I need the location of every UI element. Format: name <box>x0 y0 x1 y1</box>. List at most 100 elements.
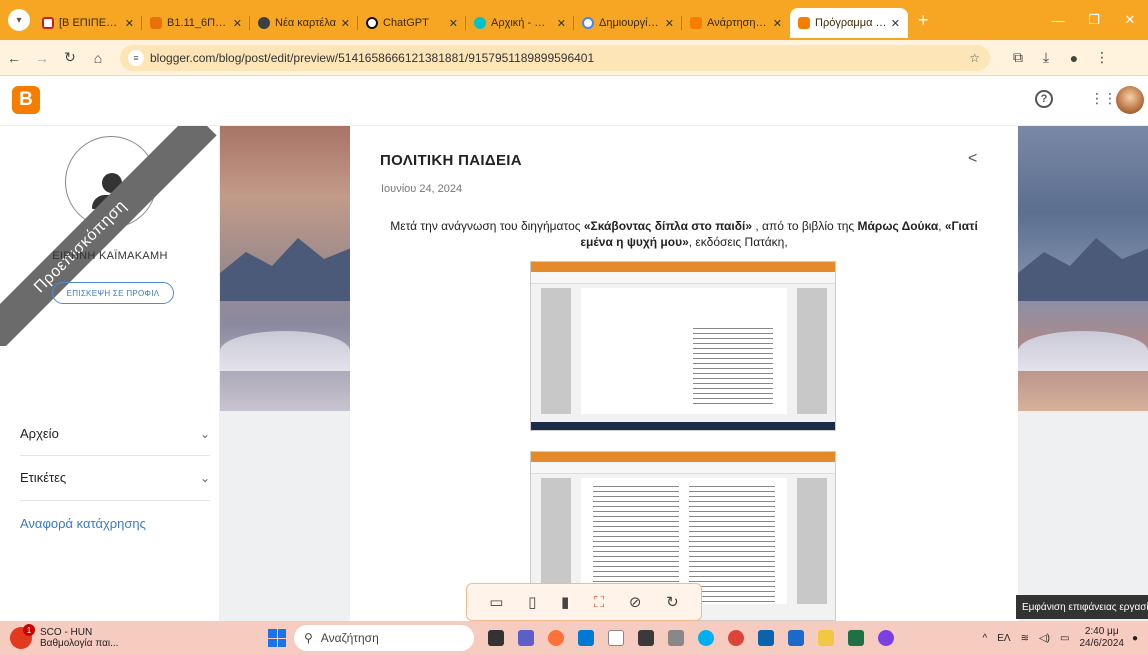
search-placeholder: Αναζήτηση <box>320 631 379 645</box>
bookmark-star-icon[interactable]: ☆ <box>969 51 980 65</box>
close-window-icon[interactable]: ✕ <box>1112 12 1148 28</box>
back-icon[interactable]: ← <box>0 50 28 66</box>
profile-name: ΕΙΡΗΝΗ ΚΑΪΜΑΚΑΜΗ <box>52 250 168 262</box>
chevron-up-icon[interactable]: ^ <box>983 633 988 644</box>
post-image-1[interactable] <box>530 261 836 431</box>
close-tab-icon[interactable]: ✕ <box>125 17 134 30</box>
taskbar-app-sco[interactable]: 1 SCO - HUN Βαθμολογία παι... <box>10 624 150 649</box>
google-icon <box>582 17 594 29</box>
notification-badge: 1 <box>23 624 35 636</box>
network-icon[interactable]: ≋ <box>1021 633 1029 644</box>
tab-2[interactable]: B1.11_6Π: Υλικό✕ <box>142 8 250 38</box>
gmail-icon <box>42 17 54 29</box>
home-icon[interactable]: ⌂ <box>84 50 112 66</box>
post-body: Μετά την ανάγνωση του διηγήματος «Σκάβον… <box>390 219 978 249</box>
skype-icon[interactable] <box>698 630 714 646</box>
archive-section[interactable]: Αρχείο ⌄ <box>20 426 210 441</box>
windows-start-icon[interactable] <box>268 629 286 647</box>
file-icon[interactable] <box>608 630 624 646</box>
tab-4[interactable]: ChatGPT ✕ <box>358 8 466 38</box>
restore-icon[interactable]: ❐ <box>1076 12 1112 28</box>
blog-sidebar: Προεπισκόπηση ΕΙΡΗΝΗ ΚΑΪΜΑΚΑΜΗ ΕΠΙΣΚΕΨΗ … <box>0 126 220 621</box>
preview-device-toolbar: ▭ ▯ ▮ ⛶ ⊘ ↻ <box>466 583 702 621</box>
tab-1[interactable]: [Β ΕΠΙΠΕΔΟ] Ενι✕ <box>34 8 142 38</box>
address-bar[interactable]: ≡ blogger.com/blog/post/edit/preview/514… <box>120 44 990 71</box>
taskbar: 1 SCO - HUN Βαθμολογία παι... ⚲ Αναζήτηση … <box>0 621 1148 655</box>
new-tab-button[interactable]: + <box>918 10 929 31</box>
language-indicator[interactable]: ΕΛ <box>997 633 1010 644</box>
tab-strip: ▾ [Β ΕΠΙΠΕΔΟ] Ενι✕ B1.11_6Π: Υλικό✕ Νέα … <box>0 0 1148 40</box>
copilot-icon[interactable] <box>878 630 894 646</box>
close-tab-icon[interactable]: ✕ <box>341 17 350 30</box>
address-toolbar: ← → ↻ ⌂ ≡ blogger.com/blog/post/edit/pre… <box>0 40 1148 76</box>
window-controls: — ❐ ✕ <box>1040 0 1148 40</box>
close-tab-icon[interactable]: ✕ <box>557 17 566 30</box>
blogger-icon <box>690 17 702 29</box>
help-icon[interactable]: ? <box>1035 90 1053 108</box>
close-tab-icon[interactable]: ✕ <box>449 17 458 30</box>
tab-search-icon[interactable]: ▾ <box>8 9 30 31</box>
url-text: blogger.com/blog/post/edit/preview/51416… <box>150 50 595 65</box>
account-avatar[interactable] <box>1116 86 1144 114</box>
notification-bell-icon[interactable]: ● <box>1132 633 1138 644</box>
preview-ribbon: Προεπισκόπηση <box>0 126 220 346</box>
app-icon[interactable] <box>578 630 594 646</box>
post-date: Ιουνίου 24, 2024 <box>381 183 463 195</box>
app-subtitle: Βαθμολογία παι... <box>40 638 119 649</box>
teams-icon[interactable] <box>518 630 534 646</box>
tab-3[interactable]: Νέα καρτέλα ✕ <box>250 8 358 38</box>
photos-icon[interactable] <box>788 630 804 646</box>
taskbar-search[interactable]: ⚲ Αναζήτηση <box>294 625 474 651</box>
tab-5[interactable]: Αρχική - Canva✕ <box>466 8 574 38</box>
refresh-icon[interactable]: ↻ <box>666 593 679 611</box>
system-tray: ^ ΕΛ ≋ ◁) ▭ 2:40 μμ 24/6/2024 ● <box>983 621 1148 655</box>
tablet-icon[interactable]: ▯ <box>528 593 536 611</box>
excel-icon[interactable] <box>848 630 864 646</box>
reload-icon[interactable]: ↻ <box>56 49 84 66</box>
tab-7[interactable]: Ανάρτηση: Επεξ✕ <box>682 8 790 38</box>
app-name: SCO - HUN <box>40 627 93 638</box>
battery-icon[interactable]: ▭ <box>1060 633 1069 644</box>
minimize-icon[interactable]: — <box>1040 13 1076 28</box>
close-tab-icon[interactable]: ✕ <box>773 17 782 30</box>
browser-window: ▾ [Β ΕΠΙΠΕΔΟ] Ενι✕ B1.11_6Π: Υλικό✕ Νέα … <box>0 0 1148 655</box>
show-desktop-tooltip: Εμφάνιση επιφάνειας εργασία <box>1016 595 1148 619</box>
chevron-down-icon: ⌄ <box>199 470 210 485</box>
moodle-icon <box>150 17 162 29</box>
tab-6[interactable]: Δημιουργία ιστο✕ <box>574 8 682 38</box>
blog-background-left <box>220 126 350 411</box>
mail-icon[interactable] <box>758 630 774 646</box>
calculator-icon[interactable] <box>638 630 654 646</box>
chrome-icon <box>258 17 270 29</box>
close-tab-icon[interactable]: ✕ <box>891 17 900 30</box>
blog-background-right <box>1018 126 1148 411</box>
rotate-icon[interactable]: ⊘ <box>629 593 642 611</box>
download-icon[interactable]: ⤓ <box>1032 49 1060 66</box>
firefox-icon[interactable] <box>548 630 564 646</box>
mobile-icon[interactable]: ▮ <box>561 593 569 611</box>
volume-icon[interactable]: ◁) <box>1039 633 1050 644</box>
pinned-apps <box>488 630 908 646</box>
chrome-icon[interactable] <box>728 630 744 646</box>
desktop-icon[interactable]: ▭ <box>489 593 503 611</box>
close-tab-icon[interactable]: ✕ <box>233 17 242 30</box>
canva-icon <box>474 17 486 29</box>
clock[interactable]: 2:40 μμ 24/6/2024 <box>1079 626 1124 650</box>
report-abuse-link[interactable]: Αναφορά κατάχρησης <box>20 516 146 531</box>
tab-8-active[interactable]: Πρόγραμμα επι ✕ <box>790 8 908 38</box>
share-icon[interactable]: < <box>968 150 977 168</box>
fullscreen-icon[interactable]: ⛶ <box>594 594 605 611</box>
visit-profile-button[interactable]: ΕΠΙΣΚΕΨΗ ΣΕ ΠΡΟΦΙΛ <box>52 282 174 304</box>
site-info-icon[interactable]: ≡ <box>128 49 144 66</box>
task-view-icon[interactable] <box>488 630 504 646</box>
folder-icon[interactable] <box>818 630 834 646</box>
post-card: ΠΟΛΙΤΙΚΗ ΠΑΙΔΕΙΑ < Ιουνίου 24, 2024 Μετά… <box>350 126 1018 621</box>
blogger-logo[interactable]: B <box>12 86 40 114</box>
store-icon[interactable] <box>668 630 684 646</box>
labels-section[interactable]: Ετικέτες ⌄ <box>20 470 210 485</box>
recording-icon[interactable]: ● <box>1060 50 1088 66</box>
extensions-icon[interactable]: ⧉ <box>1004 49 1032 66</box>
forward-icon[interactable]: → <box>28 50 56 66</box>
close-tab-icon[interactable]: ✕ <box>665 17 674 30</box>
menu-kebab-icon[interactable]: ⋮ <box>1088 49 1116 66</box>
